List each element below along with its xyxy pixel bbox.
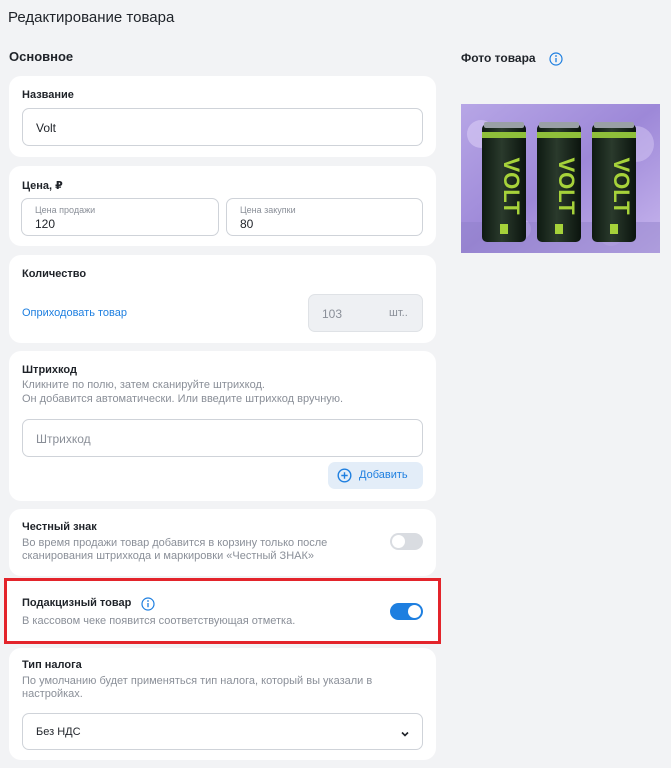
price-label: Цена, ₽ (22, 180, 63, 192)
barcode-input[interactable]: Штрихкод (22, 419, 423, 457)
section-title-main: Основное (9, 49, 74, 64)
excise-highlight-frame: Подакцизный товар В кассовом чеке появит… (4, 578, 441, 644)
svg-text:VOLT: VOLT (554, 157, 579, 215)
price-card: Цена, ₽ Цена продажи 120 Цена закупки 80 (9, 166, 436, 246)
quantity-value: 103 (322, 307, 343, 321)
tax-hint-1: По умолчанию будет применяться тип налог… (22, 675, 373, 687)
plus-circle-icon (337, 468, 352, 483)
receive-goods-link[interactable]: Оприходовать товар (22, 307, 127, 319)
photo-title: Фото товара (461, 51, 536, 65)
svg-text:VOLT: VOLT (609, 157, 634, 215)
purchase-price-input[interactable]: Цена закупки 80 (226, 198, 423, 236)
toggle-knob (408, 605, 421, 618)
honest-sign-hint-2: сканирования штрихкода и маркировки «Чес… (22, 550, 315, 562)
barcode-placeholder: Штрихкод (36, 432, 91, 446)
quantity-label: Количество (22, 268, 87, 280)
tax-card: Тип налога По умолчанию будет применятьс… (9, 648, 436, 760)
quantity-input: 103 шт.. (308, 294, 423, 332)
sale-price-input[interactable]: Цена продажи 120 (21, 198, 219, 236)
purchase-price-value: 80 (240, 217, 254, 231)
barcode-hint-1: Кликните по полю, затем сканируйте штрих… (22, 379, 265, 391)
can-2: VOLT (537, 122, 581, 242)
toggle-knob (392, 535, 405, 548)
name-label: Название (22, 89, 74, 101)
honest-sign-label: Честный знак (22, 521, 97, 533)
purchase-price-label: Цена закупки (240, 205, 296, 215)
info-icon[interactable] (141, 597, 155, 611)
chevron-down-icon (400, 727, 410, 741)
info-icon[interactable] (549, 52, 563, 66)
tax-selected-value: Без НДС (36, 726, 81, 738)
product-photo[interactable]: VOLT VOLT VOLT (461, 104, 660, 253)
name-input[interactable]: Volt (22, 108, 423, 146)
tax-select[interactable]: Без НДС (22, 713, 423, 750)
barcode-label: Штрихкод (22, 364, 77, 376)
excise-label: Подакцизный товар (22, 597, 132, 609)
excise-hint: В кассовом чеке появится соответствующая… (22, 615, 296, 627)
page-title: Редактирование товара (8, 9, 175, 26)
honest-sign-card: Честный знак Во время продажи товар доба… (9, 509, 436, 576)
sale-price-value: 120 (35, 217, 56, 231)
barcode-hint-2: Он добавится автоматически. Или введите … (22, 393, 344, 405)
tax-label: Тип налога (22, 659, 82, 671)
honest-sign-hint-1: Во время продажи товар добавится в корзи… (22, 537, 328, 549)
name-card: Название Volt (9, 76, 436, 157)
quantity-card: Количество Оприходовать товар 103 шт.. (9, 255, 436, 343)
can-1: VOLT (482, 122, 526, 242)
quantity-unit: шт.. (389, 307, 408, 319)
add-barcode-button[interactable]: Добавить (328, 462, 423, 489)
honest-sign-toggle[interactable] (390, 533, 423, 550)
svg-text:VOLT: VOLT (499, 157, 524, 215)
tax-hint-2: настройках. (22, 688, 83, 700)
name-value: Volt (36, 121, 57, 135)
excise-toggle[interactable] (390, 603, 423, 620)
sale-price-label: Цена продажи (35, 205, 96, 215)
can-3: VOLT (592, 122, 636, 242)
add-barcode-label: Добавить (359, 469, 408, 481)
barcode-card: Штрихкод Кликните по полю, затем сканиру… (9, 351, 436, 501)
